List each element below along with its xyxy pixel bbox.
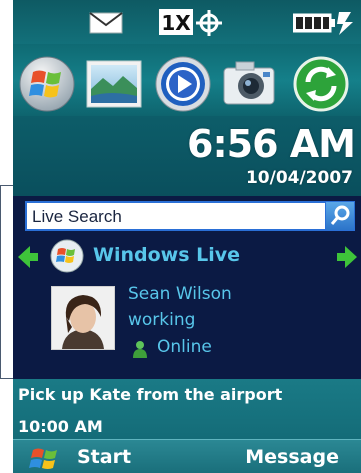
clock-time: 6:56 AM xyxy=(187,122,356,166)
status-bar: 1X xyxy=(13,0,361,44)
camera-icon[interactable] xyxy=(221,56,277,112)
arrow-left-icon[interactable] xyxy=(18,246,38,272)
selection-frame xyxy=(0,185,14,379)
windows-live-logo-icon xyxy=(50,239,84,277)
1x-signal-icon[interactable]: 1X xyxy=(159,9,193,39)
battery-charging-icon[interactable] xyxy=(292,10,355,40)
windows-start-icon[interactable] xyxy=(19,56,75,112)
search-input[interactable]: Live Search xyxy=(25,201,355,231)
avatar[interactable] xyxy=(51,286,115,350)
media-player-icon[interactable] xyxy=(155,56,211,112)
contact-name[interactable]: Sean Wilson xyxy=(128,284,232,304)
clock-panel[interactable]: 6:56 AM 10/04/2007 xyxy=(13,116,361,196)
search-button[interactable] xyxy=(325,201,355,231)
appointment-time: 10:00 AM xyxy=(18,417,103,436)
app-launcher xyxy=(13,44,361,126)
appointment-title: Pick up Kate from the airport xyxy=(18,385,283,404)
appointment-panel[interactable]: Pick up Kate from the airport 10:00 AM xyxy=(13,379,361,439)
softkey-bar: Start Message xyxy=(13,439,361,473)
online-presence-icon xyxy=(131,340,149,362)
pictures-icon[interactable] xyxy=(86,56,142,112)
contact-presence: Online xyxy=(157,337,212,357)
sync-icon[interactable] xyxy=(293,56,349,112)
contact-status-message: working xyxy=(128,310,196,330)
windows-flag-icon xyxy=(29,444,63,473)
envelope-icon[interactable] xyxy=(89,12,123,38)
start-softkey[interactable]: Start xyxy=(77,446,131,468)
phone-screen: 1X 6:56 AM 10/04/2007 Live Search Window… xyxy=(13,0,361,473)
arrow-right-icon[interactable] xyxy=(337,246,357,272)
search-placeholder: Live Search xyxy=(32,207,122,226)
clock-date: 10/04/2007 xyxy=(245,168,353,188)
message-softkey[interactable]: Message xyxy=(245,446,339,468)
windows-live-title[interactable]: Windows Live xyxy=(93,244,240,266)
windows-live-panel: Live Search Windows Live Sean Wilson wor… xyxy=(13,196,361,379)
network-label: 1X xyxy=(161,11,191,35)
search-icon xyxy=(330,205,350,225)
gps-icon xyxy=(195,9,223,41)
